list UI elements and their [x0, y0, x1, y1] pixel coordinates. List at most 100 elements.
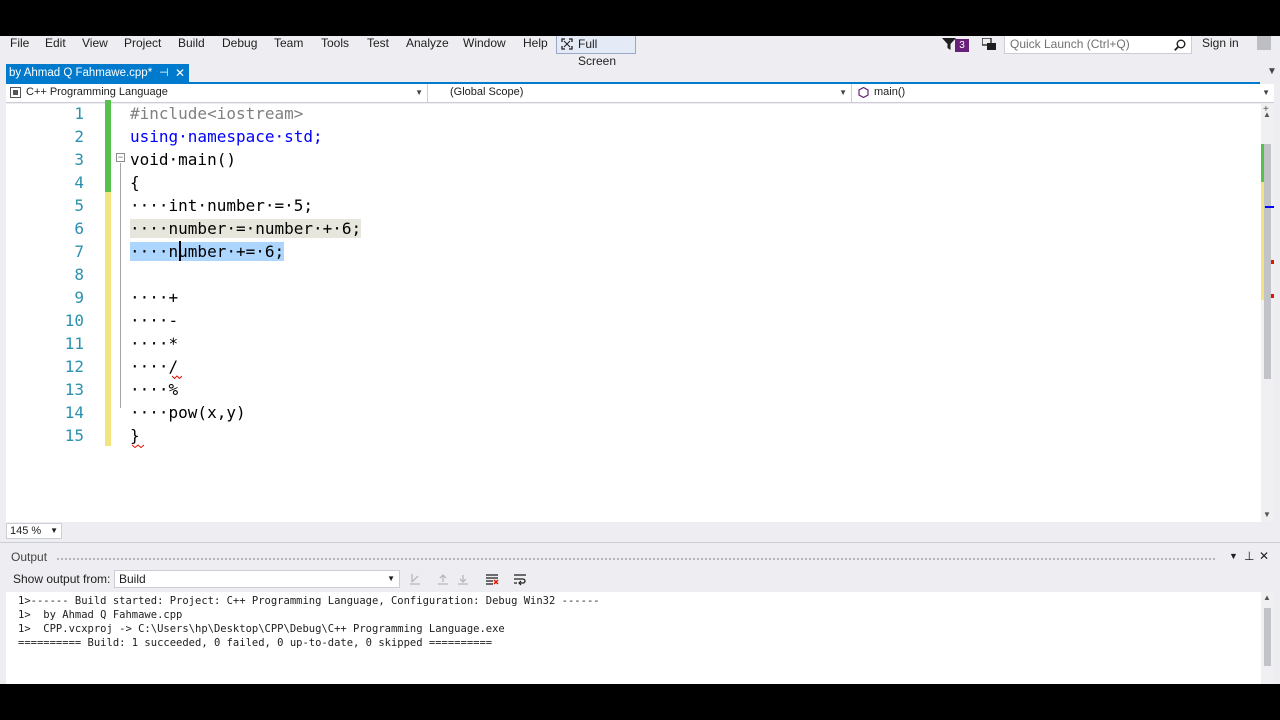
- clear-all-icon[interactable]: [485, 572, 499, 586]
- code-line: ····pow(x,y): [130, 401, 246, 424]
- zoom-dropdown[interactable]: 145 % ▼: [6, 523, 62, 539]
- pin-tab-icon[interactable]: ⊣: [159, 64, 169, 82]
- line-number: 6: [74, 219, 84, 238]
- menu-team[interactable]: Team: [274, 36, 303, 50]
- code-line: ····*: [130, 332, 178, 355]
- code-text: }: [130, 426, 140, 445]
- scrollbar-thumb[interactable]: [1264, 144, 1271, 379]
- code-line: #include<iostream>: [130, 102, 303, 125]
- editor-vertical-scrollbar[interactable]: + ▲ ▼: [1261, 104, 1274, 522]
- chevron-down-icon: ▼: [839, 88, 847, 97]
- code-text: void·main(): [130, 150, 236, 169]
- tab-title: by Ahmad Q Fahmawe.cpp*: [9, 67, 153, 79]
- project-dropdown[interactable]: C++ Programming Language ▼: [6, 84, 428, 102]
- output-toolbar: Show output from: Build ▼: [6, 568, 1274, 590]
- code-line: ····int·number·=·5;: [130, 194, 313, 217]
- code-line: ····+: [130, 286, 178, 309]
- close-panel-icon[interactable]: ✕: [1259, 549, 1269, 563]
- code-text: ····int·number·=·5;: [130, 196, 314, 215]
- close-tab-icon[interactable]: ✕: [175, 64, 185, 82]
- notifications-badge[interactable]: 3: [955, 39, 969, 52]
- scroll-caret-mark: [1265, 206, 1274, 208]
- code-line: {: [130, 171, 140, 194]
- scroll-up-icon[interactable]: ▲: [1263, 593, 1271, 602]
- output-text-area[interactable]: 1>------ Build started: Project: C++ Pro…: [6, 592, 1261, 684]
- navigation-bar: C++ Programming Language ▼ (Global Scope…: [6, 84, 1274, 103]
- line-number: 7: [74, 242, 84, 261]
- line-number: 11: [64, 334, 84, 353]
- code-text: {: [130, 173, 140, 192]
- quick-launch-input[interactable]: Quick Launch (Ctrl+Q): [1004, 36, 1192, 54]
- menu-project[interactable]: Project: [124, 36, 161, 50]
- line-number: 14: [64, 403, 84, 422]
- full-screen-icon: [561, 38, 573, 50]
- panel-options-icon[interactable]: ▼: [1229, 551, 1238, 561]
- scope-dropdown[interactable]: (Global Scope) ▼: [432, 84, 852, 102]
- full-screen-button[interactable]: Full Screen: [556, 36, 636, 68]
- scrollbar-thumb[interactable]: [1264, 608, 1271, 666]
- chevron-down-icon: ▼: [50, 526, 58, 535]
- output-source-dropdown[interactable]: Build ▼: [114, 570, 400, 588]
- fold-collapse-icon[interactable]: −: [116, 153, 125, 162]
- menu-view[interactable]: View: [82, 36, 108, 50]
- output-panel-header: Output ▼ ⊥ ✕: [6, 549, 1274, 566]
- line-number: 15: [64, 426, 84, 445]
- panel-drag-grip[interactable]: [56, 557, 1216, 561]
- scroll-up-icon[interactable]: ▲: [1263, 110, 1271, 119]
- code-line: ····number·+=·6;: [130, 240, 285, 263]
- code-line: ····/: [130, 355, 178, 378]
- menu-tools[interactable]: Tools: [321, 36, 349, 50]
- fold-guide-line: [120, 163, 121, 408]
- line-number: 9: [74, 288, 84, 307]
- menu-help[interactable]: Help: [523, 36, 548, 50]
- menu-file[interactable]: File: [10, 36, 29, 50]
- error-squiggle: [132, 444, 144, 448]
- next-message-icon[interactable]: [456, 572, 470, 586]
- quick-launch-placeholder: Quick Launch (Ctrl+Q): [1010, 37, 1130, 51]
- member-label: main(): [874, 86, 906, 98]
- find-message-icon[interactable]: [408, 572, 422, 586]
- code-editor[interactable]: 1 2 3 4 5 6 7 8 9 10 11 12 13 14 15 − #i…: [6, 100, 1261, 522]
- menu-debug[interactable]: Debug: [222, 36, 257, 50]
- code-text: #include<iostream>: [130, 104, 304, 123]
- code-line: ····%: [130, 378, 178, 401]
- output-source-value: Build: [119, 572, 146, 586]
- menu-build[interactable]: Build: [178, 36, 205, 50]
- zoom-level: 145 %: [10, 525, 42, 537]
- error-squiggle: [172, 375, 182, 379]
- project-label: C++ Programming Language: [26, 86, 168, 98]
- output-line: 1> CPP.vcxproj -> C:\Users\hp\Desktop\CP…: [18, 623, 505, 635]
- output-line: ========== Build: 1 succeeded, 0 failed,…: [18, 637, 493, 649]
- line-number: 2: [74, 127, 84, 146]
- output-vertical-scrollbar[interactable]: ▲: [1261, 592, 1274, 684]
- tab-list-dropdown-icon[interactable]: ▼: [1267, 66, 1277, 77]
- code-text: ····+: [130, 288, 179, 307]
- member-dropdown[interactable]: main() ▼: [854, 84, 1274, 102]
- sign-in-link[interactable]: Sign in: [1202, 36, 1239, 50]
- menu-analyze[interactable]: Analyze: [406, 36, 449, 50]
- line-number: 4: [74, 173, 84, 192]
- chevron-down-icon: ▼: [387, 574, 395, 583]
- code-text: ····*: [130, 334, 179, 353]
- previous-message-icon[interactable]: [436, 572, 450, 586]
- feedback-icon[interactable]: [982, 38, 996, 51]
- code-text: ····number·=·number·+·6;: [130, 219, 362, 238]
- code-line: ····-: [130, 309, 178, 332]
- scroll-down-icon[interactable]: ▼: [1263, 510, 1271, 519]
- tab-active-document[interactable]: by Ahmad Q Fahmawe.cpp* ⊣ ✕: [6, 64, 189, 82]
- account-avatar-icon[interactable]: [1257, 36, 1271, 50]
- menu-test[interactable]: Test: [367, 36, 389, 50]
- line-number: 12: [64, 357, 84, 376]
- menu-edit[interactable]: Edit: [45, 36, 66, 50]
- line-number: 10: [64, 311, 84, 330]
- filter-icon[interactable]: [942, 38, 956, 50]
- show-output-label: Show output from:: [13, 572, 111, 586]
- line-number: 8: [74, 265, 84, 284]
- scroll-change-mark: [1261, 182, 1264, 300]
- change-indicator-unsaved: [105, 192, 111, 446]
- word-wrap-icon[interactable]: [513, 572, 527, 586]
- scroll-error-mark: [1271, 294, 1274, 298]
- menu-window[interactable]: Window: [463, 36, 506, 50]
- code-line: using·namespace·std;: [130, 125, 323, 148]
- pin-panel-icon[interactable]: ⊥: [1244, 549, 1254, 563]
